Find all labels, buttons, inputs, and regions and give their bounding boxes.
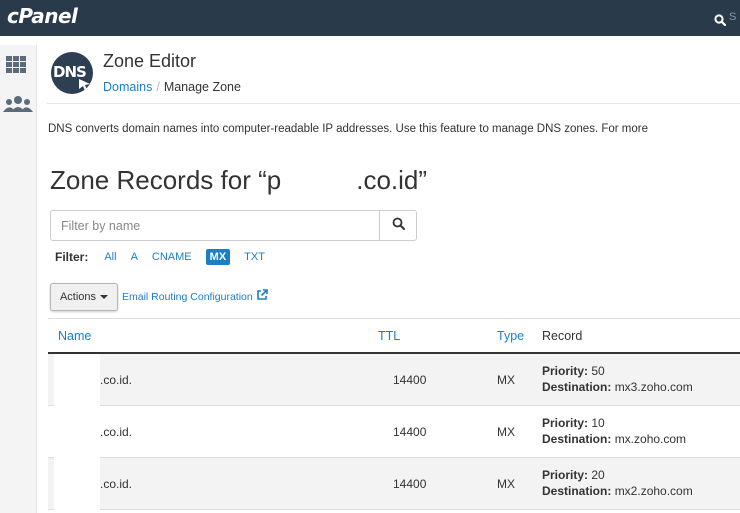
priority-value: 10 (591, 416, 605, 430)
actions-dropdown-button[interactable]: Actions (50, 283, 118, 311)
table-row: .co.id. 14400 MX Priority: 50 Destinatio… (48, 354, 740, 406)
priority-label: Priority: (542, 468, 589, 482)
search-icon (392, 217, 405, 235)
external-link-icon (253, 289, 268, 304)
breadcrumb-separator: / (156, 80, 160, 94)
record-value: Priority: 50 Destination: mx3.zoho.com (542, 363, 693, 395)
zone-records-heading: Zone Records for “p .co.id” (50, 165, 427, 196)
sidebar (0, 45, 37, 513)
search-placeholder-partial: S (729, 11, 737, 23)
filter-label: Filter: (55, 250, 89, 264)
redacted-domain-mask (281, 169, 357, 196)
zone-title-prefix: Zone Records for “p (50, 165, 282, 195)
record-ttl: 14400 (393, 425, 427, 439)
redacted-name-mask (54, 406, 100, 458)
destination-label: Destination: (542, 380, 612, 394)
breadcrumb-current: Manage Zone (163, 80, 241, 94)
priority-label: Priority: (542, 364, 589, 378)
record-name: .co.id. (100, 477, 133, 491)
record-name: .co.id. (100, 425, 133, 439)
record-type-filter: Filter: All A CNAME MX TXT (55, 249, 279, 265)
filter-txt[interactable]: TXT (244, 251, 265, 263)
email-routing-label: Email Routing Configuration (122, 290, 253, 303)
header-divider (47, 103, 740, 104)
redacted-name-mask (54, 354, 100, 406)
page-description: DNS converts domain names into computer-… (48, 123, 648, 135)
destination-value: mx.zoho.com (614, 432, 687, 446)
actions-label: Actions (59, 291, 97, 303)
destination-value: mx3.zoho.com (614, 380, 693, 394)
record-type: MX (497, 373, 515, 387)
destination-value: mx2.zoho.com (614, 484, 693, 498)
cpanel-logo[interactable]: cPanel (7, 4, 78, 28)
filter-a[interactable]: A (131, 251, 138, 263)
column-header-name[interactable]: Name (58, 329, 91, 343)
record-ttl: 14400 (393, 477, 427, 491)
dns-app-icon: DNS (51, 52, 93, 94)
priority-label: Priority: (542, 416, 589, 430)
record-type: MX (497, 477, 515, 491)
column-header-record: Record (542, 329, 583, 343)
top-bar: cPanel S (0, 0, 740, 36)
priority-value: 50 (591, 364, 605, 378)
record-type: MX (497, 425, 515, 439)
filter-by-name-input[interactable] (50, 210, 380, 241)
filter-search-button[interactable] (379, 210, 417, 241)
breadcrumb-domains-link[interactable]: Domains (103, 80, 152, 94)
record-ttl: 14400 (393, 373, 427, 387)
grid-icon[interactable] (2, 54, 34, 82)
page-title: Zone Editor (103, 51, 197, 71)
cursor-arrow-icon (78, 78, 92, 94)
filter-mx[interactable]: MX (205, 249, 231, 265)
table-row: .co.id. 14400 MX Priority: 20 Destinatio… (48, 458, 740, 510)
zone-title-suffix: .co.id” (356, 165, 428, 195)
filter-all[interactable]: All (104, 251, 116, 263)
email-routing-configuration-link[interactable]: Email Routing Configuration (122, 289, 268, 304)
destination-label: Destination: (542, 432, 612, 446)
filter-cname[interactable]: CNAME (152, 251, 192, 263)
caret-down-icon (100, 295, 109, 299)
table-row: .co.id. 14400 MX Priority: 10 Destinatio… (48, 406, 740, 458)
table-header: Name TTL Type Record (48, 318, 740, 354)
zone-records-table: Name TTL Type Record .co.id. 14400 MX Pr… (48, 318, 740, 510)
destination-label: Destination: (542, 484, 612, 498)
breadcrumb: Domains / Manage Zone (103, 80, 241, 94)
record-value: Priority: 20 Destination: mx2.zoho.com (542, 467, 693, 499)
users-icon[interactable] (2, 93, 34, 121)
search-icon[interactable] (714, 11, 726, 26)
column-header-type[interactable]: Type (497, 329, 524, 343)
record-name: .co.id. (100, 373, 133, 387)
record-value: Priority: 10 Destination: mx.zoho.com (542, 415, 686, 447)
column-header-ttl[interactable]: TTL (378, 329, 400, 343)
priority-value: 20 (591, 468, 605, 482)
redacted-name-mask (54, 458, 100, 510)
